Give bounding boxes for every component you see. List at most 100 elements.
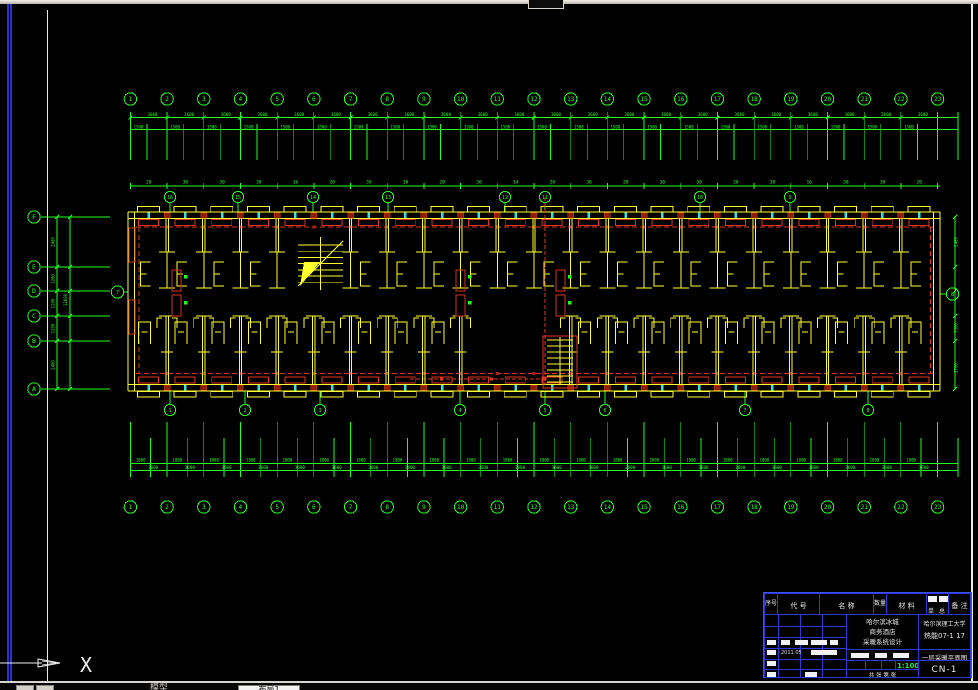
svg-text:1800: 1800 (319, 458, 329, 463)
svg-text:1500: 1500 (574, 124, 584, 129)
svg-text:16: 16 (167, 195, 173, 201)
svg-text:30: 30 (366, 180, 372, 186)
svg-text:1: 1 (129, 96, 133, 103)
svg-text:1500: 1500 (280, 124, 290, 129)
svg-text:3600: 3600 (735, 465, 746, 470)
svg-text:30: 30 (660, 180, 666, 186)
svg-text:1500: 1500 (867, 124, 877, 129)
svg-text:14: 14 (310, 195, 316, 201)
svg-text:3600: 3600 (698, 112, 709, 117)
titlebar-notch (528, 0, 564, 9)
svg-text:3600: 3600 (552, 465, 563, 470)
svg-text:17: 17 (714, 96, 722, 103)
svg-text:1: 1 (168, 408, 171, 414)
tb-header-name: 名 称 (838, 602, 855, 610)
risers (171, 269, 572, 317)
svg-text:12600: 12600 (63, 293, 68, 306)
svg-text:1800: 1800 (723, 458, 733, 463)
ucs-icon: X (0, 653, 92, 677)
svg-text:9: 9 (788, 195, 791, 201)
svg-text:20: 20 (733, 180, 739, 186)
svg-text:4: 4 (458, 408, 461, 414)
svg-text:30: 30 (476, 180, 482, 186)
svg-text:3600: 3600 (258, 465, 269, 470)
tab-layout1[interactable]: 布局1 (238, 685, 300, 690)
svg-text:1800: 1800 (173, 458, 183, 463)
svg-text:1800: 1800 (283, 458, 293, 463)
bottom-dimensions: 1800360018003600180036001800360018003600… (130, 422, 959, 477)
svg-text:8: 8 (951, 292, 954, 298)
drawing-canvas[interactable]: 1 2 3 4 5 6 7 8 9 10 11 12 13 14 15 16 17 18 19 20 21 22 23 1 2 3… (0, 0, 978, 690)
radiator-count-line: 20 30 30 30 16 20 30 30 20 30 14 20 30 20 30 30 20 30 16 30… (129, 180, 940, 189)
svg-text:3600: 3600 (442, 465, 453, 470)
svg-text:22: 22 (897, 96, 905, 103)
svg-text:13: 13 (385, 195, 391, 201)
svg-text:1800: 1800 (246, 458, 256, 463)
svg-text:7: 7 (743, 408, 746, 414)
svg-text:1800: 1800 (760, 458, 770, 463)
svg-text:9: 9 (422, 96, 426, 103)
svg-text:21: 21 (861, 504, 869, 511)
svg-text:1200: 1200 (51, 274, 56, 284)
svg-text:11: 11 (494, 96, 502, 103)
svg-text:3600: 3600 (844, 112, 855, 117)
tb-revision-table: 2011.05 (764, 614, 847, 678)
svg-text:15: 15 (640, 96, 648, 103)
svg-text:D: D (32, 287, 36, 295)
svg-text:3600: 3600 (368, 465, 379, 470)
svg-text:21: 21 (861, 96, 869, 103)
svg-text:3600: 3600 (257, 112, 268, 117)
svg-text:4: 4 (239, 96, 243, 103)
svg-text:30: 30 (183, 180, 189, 186)
svg-text:10: 10 (457, 96, 465, 103)
svg-text:3600: 3600 (809, 465, 820, 470)
sheet-border-left (47, 10, 48, 681)
svg-text:3600: 3600 (148, 465, 159, 470)
tab-scroll-button[interactable] (16, 685, 34, 690)
svg-text:3600: 3600 (331, 112, 342, 117)
branch-markers: 16151413121110912345678 (163, 190, 875, 417)
svg-text:1800: 1800 (209, 458, 219, 463)
svg-text:1500: 1500 (537, 124, 547, 129)
svg-text:14: 14 (604, 96, 612, 103)
svg-text:1800: 1800 (136, 458, 146, 463)
svg-text:1500: 1500 (501, 124, 511, 129)
toolbar-edge-line (7, 0, 9, 682)
tb-class: 热能07-1 17 (923, 632, 966, 640)
tb-project-line1: 哈尔滨冰城 (866, 618, 899, 626)
svg-text:3600: 3600 (514, 112, 525, 117)
svg-text:3600: 3600 (295, 465, 306, 470)
svg-text:14: 14 (604, 504, 612, 511)
svg-text:3600: 3600 (185, 465, 196, 470)
svg-text:7: 7 (349, 96, 353, 103)
tab-scroll-button[interactable] (36, 685, 54, 690)
svg-text:3600: 3600 (661, 112, 672, 117)
svg-text:20: 20 (440, 180, 446, 186)
svg-text:3600: 3600 (441, 112, 452, 117)
svg-text:1500: 1500 (354, 124, 364, 129)
svg-text:8: 8 (385, 504, 389, 511)
svg-text:16: 16 (677, 96, 685, 103)
svg-text:3600: 3600 (588, 465, 599, 470)
svg-text:5: 5 (543, 408, 546, 414)
svg-text:2400: 2400 (51, 360, 56, 370)
svg-text:1500: 1500 (244, 124, 254, 129)
svg-text:3600: 3600 (734, 112, 745, 117)
top-dimensions: 3600 1500 3600 1500 3600 1500 3600 1500 3600 1500… (128, 112, 959, 160)
svg-text:20: 20 (824, 96, 832, 103)
svg-text:8: 8 (866, 408, 869, 414)
svg-text:1500: 1500 (464, 124, 474, 129)
svg-text:3600: 3600 (881, 112, 892, 117)
svg-text:1500: 1500 (684, 124, 694, 129)
svg-text:3600: 3600 (551, 112, 562, 117)
svg-text:20: 20 (550, 180, 556, 186)
svg-text:16: 16 (293, 180, 299, 186)
svg-text:30: 30 (770, 180, 776, 186)
window-top-edge (0, 0, 978, 4)
svg-text:20: 20 (146, 180, 152, 186)
svg-text:5: 5 (275, 504, 279, 511)
layout-tab-bar: 模型 布局1 (0, 681, 978, 690)
tab-model[interactable]: 模型 (150, 684, 168, 690)
tb-redaction-box (939, 596, 948, 602)
tb-header-no: 序号 (765, 600, 778, 607)
